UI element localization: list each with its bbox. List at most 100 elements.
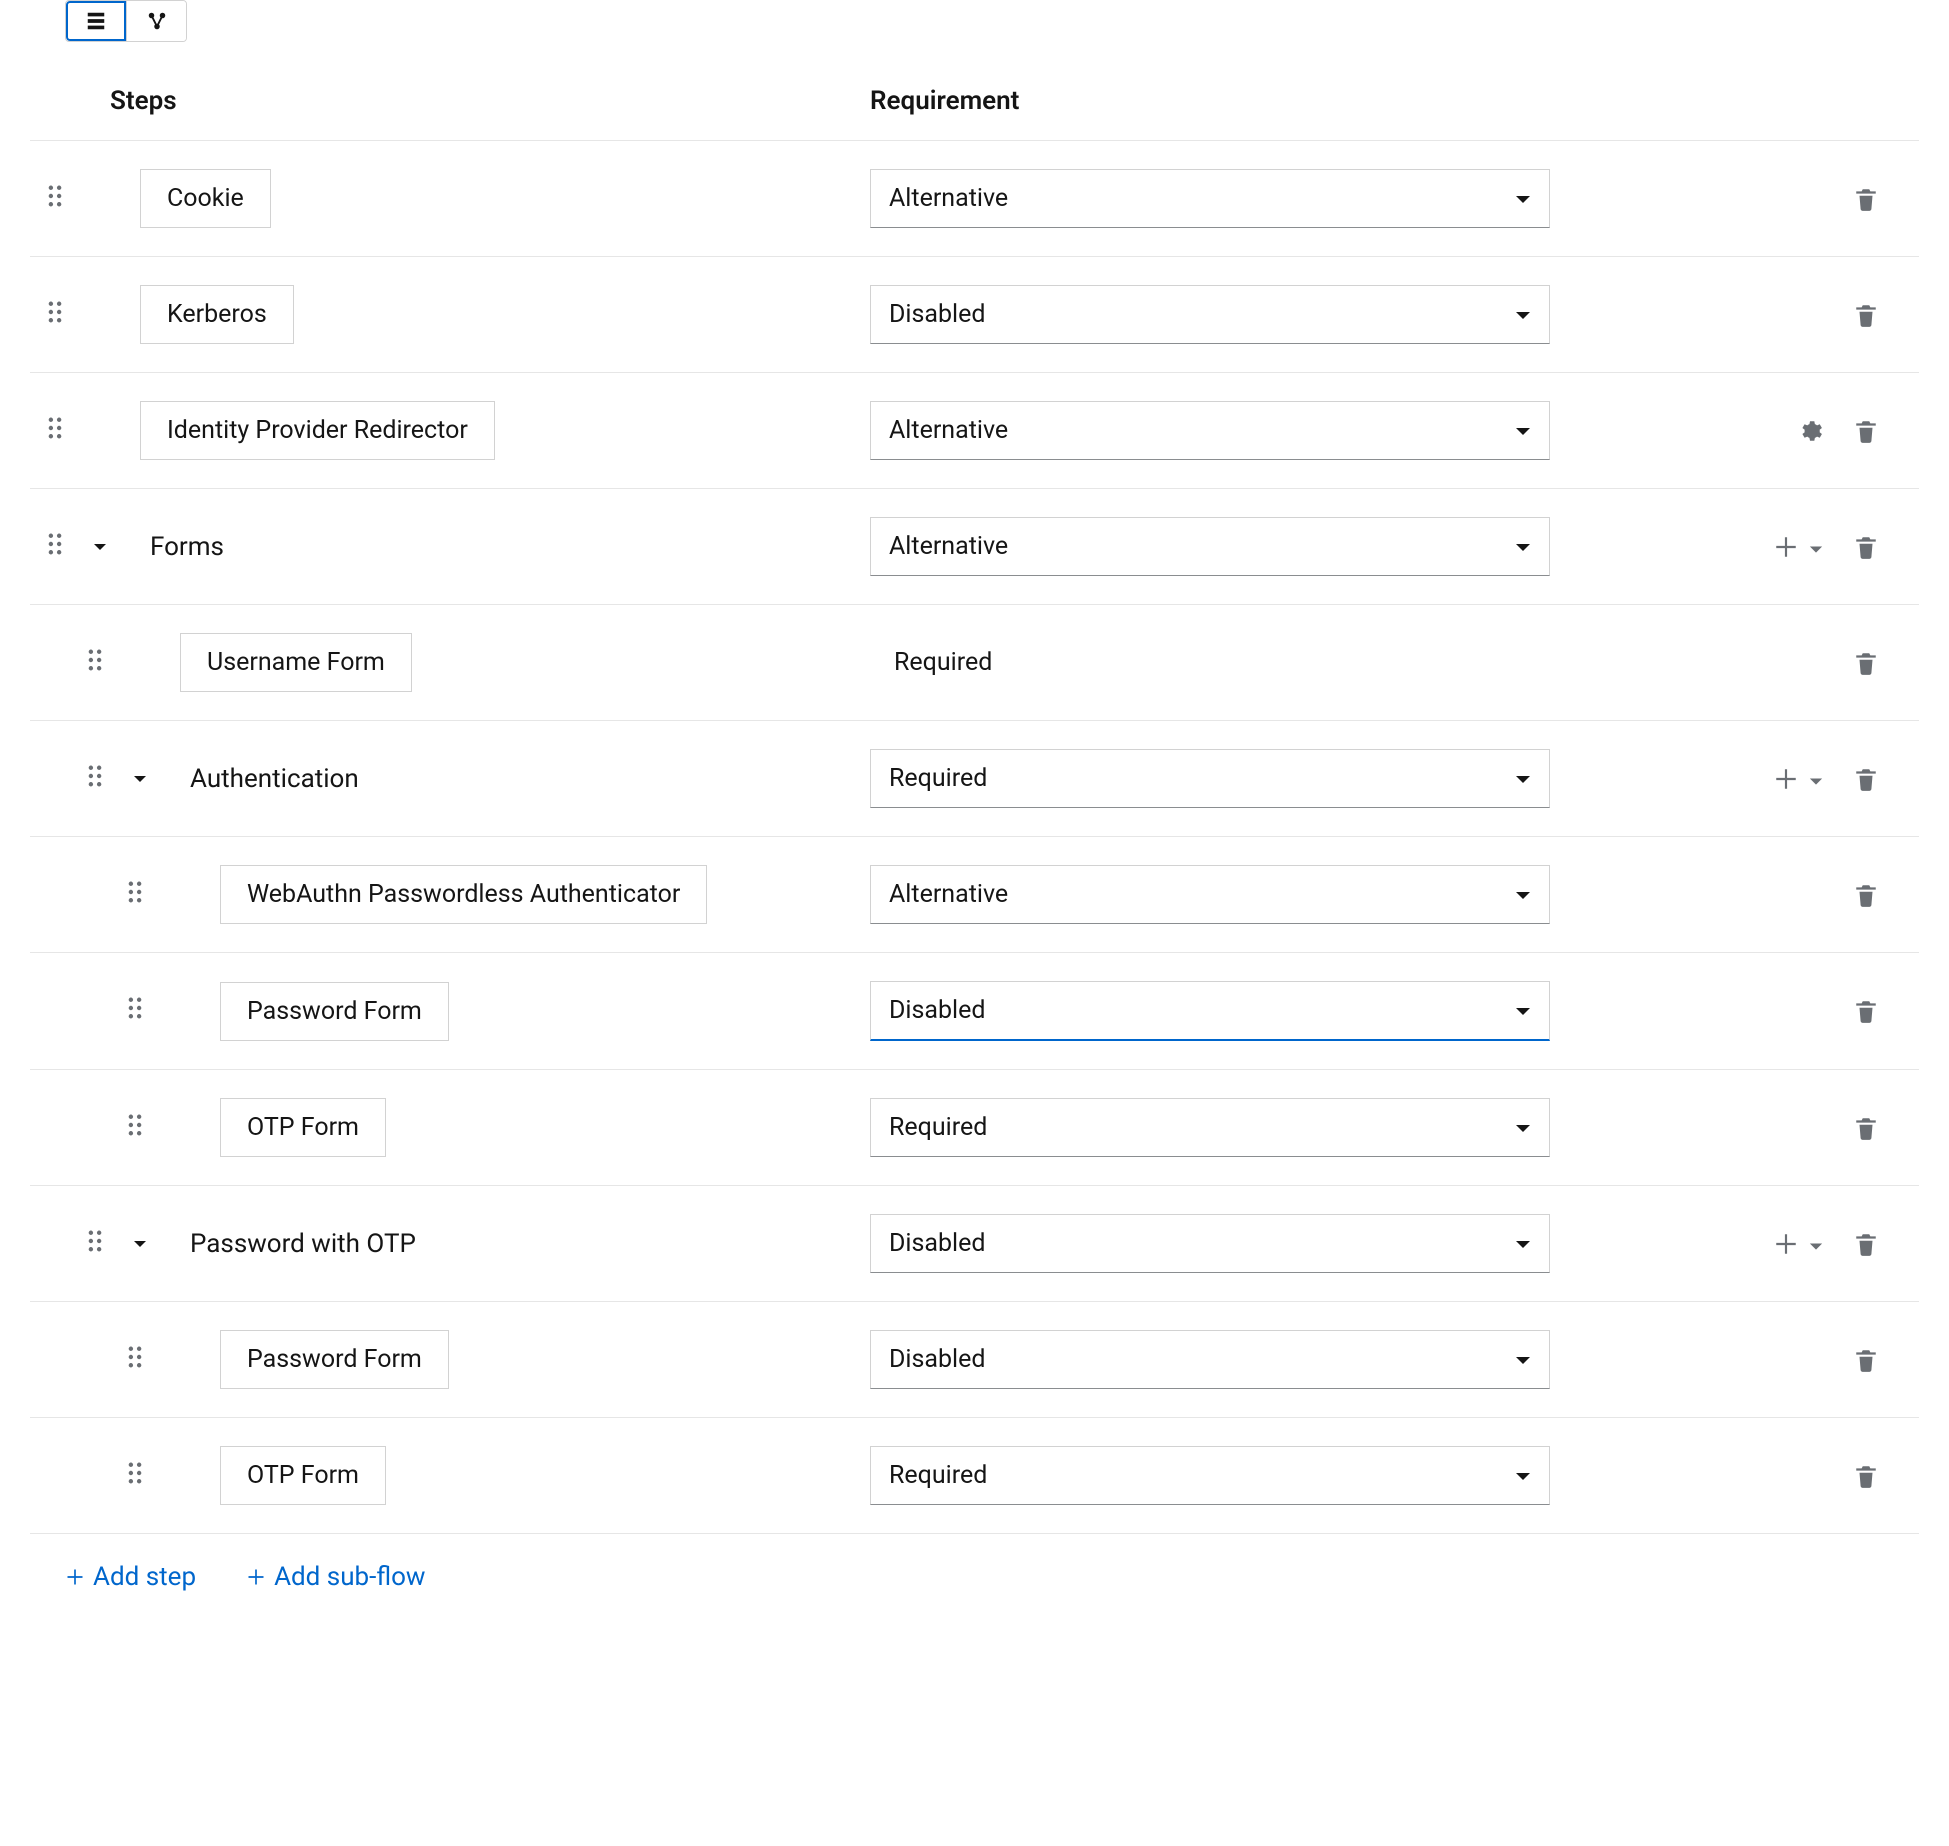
- chevron-down-icon: [1515, 416, 1531, 445]
- add-button[interactable]: [1773, 1231, 1799, 1257]
- delete-button[interactable]: [1853, 882, 1879, 908]
- chevron-down-icon: [1515, 880, 1531, 909]
- drag-handle-icon[interactable]: [48, 301, 62, 329]
- add-menu-toggle[interactable]: [1809, 765, 1823, 793]
- requirement-select[interactable]: Disabled: [870, 285, 1550, 344]
- step-cell: OTP Form: [160, 1098, 870, 1157]
- add-subflow-button[interactable]: Add sub-flow: [246, 1562, 425, 1592]
- chevron-down-icon: [1515, 1461, 1531, 1490]
- drag-handle-icon[interactable]: [48, 417, 62, 445]
- requirement-select-value: Alternative: [889, 184, 1008, 213]
- step-label-box: OTP Form: [220, 1098, 386, 1157]
- chevron-down-icon: [1515, 764, 1531, 793]
- step-cell: Password with OTP: [120, 1224, 870, 1264]
- add-button[interactable]: [1773, 766, 1799, 792]
- col-header-requirement: Requirement: [870, 86, 1919, 116]
- step-cell: Authentication: [120, 759, 870, 799]
- step-cell: Forms: [80, 527, 870, 567]
- table-row: Password FormDisabled: [30, 953, 1919, 1070]
- requirement-select[interactable]: Alternative: [870, 865, 1550, 924]
- add-step-button[interactable]: Add step: [65, 1562, 196, 1592]
- requirement-select-value: Required: [889, 1461, 987, 1490]
- step-cell: WebAuthn Passwordless Authenticator: [160, 865, 870, 924]
- step-label-box: Identity Provider Redirector: [140, 401, 495, 460]
- chevron-down-icon: [1515, 184, 1531, 213]
- table-row: OTP Form Required: [30, 1070, 1919, 1186]
- expand-toggle[interactable]: [120, 1224, 160, 1264]
- drag-handle-icon[interactable]: [128, 881, 142, 909]
- requirement-select[interactable]: Alternative: [870, 401, 1550, 460]
- add-menu-toggle[interactable]: [1809, 533, 1823, 561]
- table-row: Password with OTP Disabled: [30, 1186, 1919, 1302]
- table-row: KerberosDisabled: [30, 257, 1919, 373]
- drag-handle-icon[interactable]: [88, 765, 102, 793]
- requirement-select-value: Alternative: [889, 880, 1008, 909]
- chevron-down-icon: [1515, 532, 1531, 561]
- requirement-select[interactable]: Disabled: [870, 981, 1550, 1041]
- flow-label: Forms: [120, 532, 224, 562]
- view-toggle: [65, 0, 187, 42]
- delete-button[interactable]: [1853, 1347, 1879, 1373]
- requirement-select[interactable]: Required: [870, 1098, 1550, 1157]
- requirement-select[interactable]: Required: [870, 1446, 1550, 1505]
- settings-button[interactable]: [1797, 418, 1823, 444]
- drag-handle-icon[interactable]: [128, 1346, 142, 1374]
- chevron-down-icon: [1515, 300, 1531, 329]
- table-row: Authentication Required: [30, 721, 1919, 837]
- step-cell: Username Form: [120, 633, 870, 692]
- step-cell: Cookie: [80, 169, 870, 228]
- step-cell: Identity Provider Redirector: [80, 401, 870, 460]
- view-table-button[interactable]: [66, 1, 126, 41]
- delete-button[interactable]: [1853, 534, 1879, 560]
- delete-button[interactable]: [1853, 186, 1879, 212]
- delete-button[interactable]: [1853, 766, 1879, 792]
- drag-handle-icon[interactable]: [88, 649, 102, 677]
- add-button[interactable]: [1773, 534, 1799, 560]
- table-row: Cookie Alternative: [30, 141, 1919, 257]
- step-label-box: WebAuthn Passwordless Authenticator: [220, 865, 707, 924]
- expand-toggle[interactable]: [120, 759, 160, 799]
- step-cell: OTP Form: [160, 1446, 870, 1505]
- drag-handle-icon[interactable]: [128, 1114, 142, 1142]
- requirement-select-value: Required: [889, 764, 987, 793]
- requirement-select[interactable]: Disabled: [870, 1214, 1550, 1273]
- requirement-select[interactable]: Required: [870, 749, 1550, 808]
- step-label-box: Username Form: [180, 633, 412, 692]
- expand-toggle[interactable]: [80, 527, 120, 567]
- requirement-select-value: Required: [889, 1113, 987, 1142]
- requirement-static: Required: [870, 648, 1550, 677]
- drag-handle-icon[interactable]: [88, 1230, 102, 1258]
- add-menu-toggle[interactable]: [1809, 1230, 1823, 1258]
- delete-button[interactable]: [1853, 998, 1879, 1024]
- col-header-steps: Steps: [110, 86, 870, 116]
- requirement-select[interactable]: Alternative: [870, 169, 1550, 228]
- requirement-select-value: Alternative: [889, 416, 1008, 445]
- chevron-down-icon: [1515, 1345, 1531, 1374]
- flow-label: Authentication: [160, 764, 359, 794]
- step-label-box: OTP Form: [220, 1446, 386, 1505]
- delete-button[interactable]: [1853, 1231, 1879, 1257]
- table-row: WebAuthn Passwordless Authenticator Alter…: [30, 837, 1919, 953]
- delete-button[interactable]: [1853, 302, 1879, 328]
- table-row: Forms Alternative: [30, 489, 1919, 605]
- drag-handle-icon[interactable]: [128, 1462, 142, 1490]
- delete-button[interactable]: [1853, 1463, 1879, 1489]
- step-label-box: Password Form: [220, 1330, 449, 1389]
- delete-button[interactable]: [1853, 1115, 1879, 1141]
- delete-button[interactable]: [1853, 418, 1879, 444]
- drag-handle-icon[interactable]: [128, 997, 142, 1025]
- step-cell: Password Form: [160, 1330, 870, 1389]
- step-label-box: Cookie: [140, 169, 271, 228]
- requirement-select[interactable]: Disabled: [870, 1330, 1550, 1389]
- drag-handle-icon[interactable]: [48, 185, 62, 213]
- requirement-select-value: Disabled: [889, 300, 985, 329]
- flow-label: Password with OTP: [160, 1229, 416, 1259]
- delete-button[interactable]: [1853, 650, 1879, 676]
- chevron-down-icon: [1515, 1229, 1531, 1258]
- table-header: Steps Requirement: [30, 62, 1919, 141]
- requirement-select[interactable]: Alternative: [870, 517, 1550, 576]
- drag-handle-icon[interactable]: [48, 533, 62, 561]
- chevron-down-icon: [1515, 996, 1531, 1025]
- view-graph-button[interactable]: [126, 1, 186, 41]
- chevron-down-icon: [1515, 1113, 1531, 1142]
